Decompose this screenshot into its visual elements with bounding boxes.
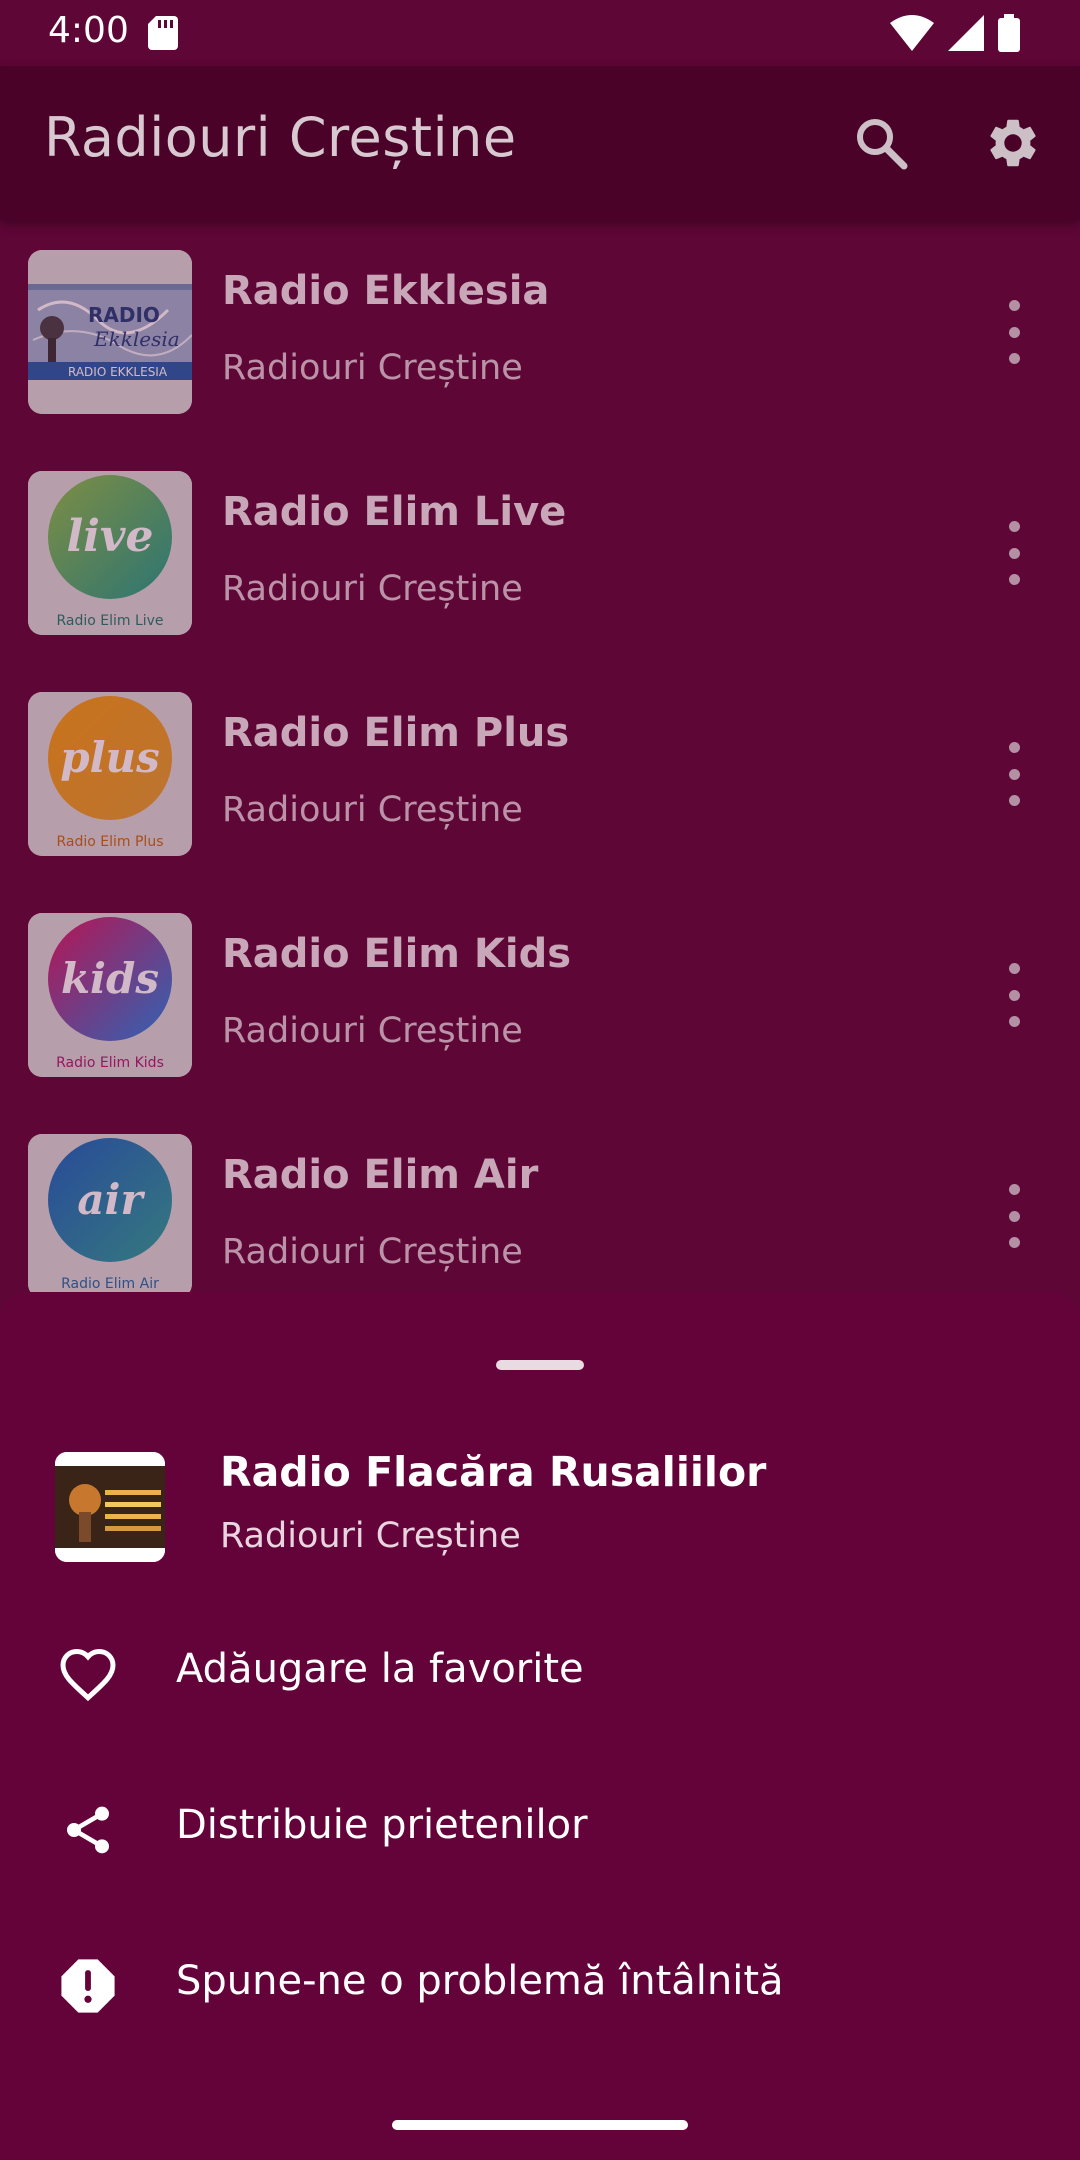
battery-icon xyxy=(998,14,1020,52)
heart-outline-icon xyxy=(56,1642,120,1706)
station-list: RADIO Ekklesia RADIO EKKLESIA Radio Ekkl… xyxy=(0,220,1080,1292)
svg-text:live: live xyxy=(67,511,154,562)
svg-text:Radio Elim Plus: Radio Elim Plus xyxy=(56,834,163,850)
more-vert-icon xyxy=(1008,300,1020,311)
station-category: Radiouri Creștine xyxy=(222,569,523,609)
list-item[interactable]: plus Radio Elim Plus Radio Elim Plus Rad… xyxy=(0,662,1080,883)
alert-octagon-icon xyxy=(56,1954,120,2018)
station-logo: kids Radio Elim Kids xyxy=(28,913,192,1077)
app-title: Radiouri Creștine xyxy=(44,106,517,169)
settings-button[interactable] xyxy=(980,110,1046,176)
radio-ekklesia-logo-image: RADIO Ekklesia RADIO EKKLESIA xyxy=(28,250,192,414)
app-bar: Radiouri Creștine xyxy=(0,66,1080,220)
svg-text:Radio Elim Live: Radio Elim Live xyxy=(56,613,163,629)
svg-text:plus: plus xyxy=(60,733,160,782)
wifi-icon xyxy=(890,15,934,51)
svg-text:Radio Elim Kids: Radio Elim Kids xyxy=(56,1055,164,1071)
more-options-button[interactable] xyxy=(1000,963,1028,1027)
more-options-button[interactable] xyxy=(1000,1184,1028,1248)
more-options-button[interactable] xyxy=(1000,742,1028,806)
radio-elim-kids-logo-image: kids Radio Elim Kids xyxy=(28,913,192,1077)
station-category: Radiouri Creștine xyxy=(222,790,523,830)
more-options-button[interactable] xyxy=(1000,300,1028,364)
status-time: 4:00 xyxy=(48,10,129,51)
search-button[interactable] xyxy=(848,110,914,176)
list-item[interactable]: live Radio Elim Live Radio Elim Live Rad… xyxy=(0,441,1080,662)
report-problem-button[interactable]: Spune-ne o problemă întâlnită xyxy=(0,1924,1080,2044)
report-problem-label: Spune-ne o problemă întâlnită xyxy=(176,1958,784,2004)
station-category: Radiouri Creștine xyxy=(222,1232,523,1272)
radio-flacara-rusaliilor-logo-image xyxy=(55,1452,165,1562)
cellular-signal-icon xyxy=(948,15,984,51)
station-title: Radio Ekklesia xyxy=(222,268,550,314)
share-with-friends-button[interactable]: Distribuie prietenilor xyxy=(0,1768,1080,1888)
status-bar: 4:00 xyxy=(0,0,1080,66)
list-item[interactable]: kids Radio Elim Kids Radio Elim Kids Rad… xyxy=(0,883,1080,1104)
station-title: Radio Elim Air xyxy=(222,1152,539,1198)
add-to-favorites-button[interactable]: Adăugare la favorite xyxy=(0,1612,1080,1732)
selected-station-category: Radiouri Creștine xyxy=(220,1516,521,1556)
station-logo: live Radio Elim Live xyxy=(28,471,192,635)
svg-text:Ekklesia: Ekklesia xyxy=(93,327,180,351)
svg-text:kids: kids xyxy=(61,954,159,1003)
radio-elim-air-logo-image: air Radio Elim Air xyxy=(28,1134,192,1292)
share-with-friends-label: Distribuie prietenilor xyxy=(176,1802,588,1848)
station-title: Radio Elim Kids xyxy=(222,931,572,977)
more-vert-icon xyxy=(1008,1184,1020,1195)
selected-station-title: Radio Flacăra Rusaliilor xyxy=(220,1448,767,1496)
svg-text:RADIO: RADIO xyxy=(88,303,160,327)
list-item[interactable]: RADIO Ekklesia RADIO EKKLESIA Radio Ekkl… xyxy=(0,220,1080,441)
svg-text:air: air xyxy=(77,1175,145,1224)
station-category: Radiouri Creștine xyxy=(222,348,523,388)
station-title: Radio Elim Live xyxy=(222,489,567,535)
list-item[interactable]: air Radio Elim Air Radio Elim Air Radiou… xyxy=(0,1104,1080,1292)
station-logo xyxy=(55,1452,165,1562)
station-logo: plus Radio Elim Plus xyxy=(28,692,192,856)
home-indicator[interactable] xyxy=(392,2120,688,2130)
radio-elim-plus-logo-image: plus Radio Elim Plus xyxy=(28,692,192,856)
sd-card-icon xyxy=(148,16,178,50)
svg-text:Radio Elim Air: Radio Elim Air xyxy=(61,1276,159,1292)
more-vert-icon xyxy=(1008,963,1020,974)
more-options-button[interactable] xyxy=(1000,521,1028,585)
drag-handle[interactable] xyxy=(496,1360,584,1370)
gear-icon xyxy=(990,119,1036,167)
radio-elim-live-logo-image: live Radio Elim Live xyxy=(28,471,192,635)
station-category: Radiouri Creștine xyxy=(222,1011,523,1051)
search-icon xyxy=(857,119,908,170)
station-options-bottom-sheet: Radio Flacăra Rusaliilor Radiouri Crești… xyxy=(0,1292,1080,2160)
share-icon xyxy=(56,1798,120,1862)
add-to-favorites-label: Adăugare la favorite xyxy=(176,1646,584,1692)
station-logo: air Radio Elim Air xyxy=(28,1134,192,1292)
station-title: Radio Elim Plus xyxy=(222,710,570,756)
more-vert-icon xyxy=(1008,521,1020,532)
station-logo: RADIO Ekklesia RADIO EKKLESIA xyxy=(28,250,192,414)
svg-text:RADIO EKKLESIA: RADIO EKKLESIA xyxy=(68,365,168,379)
more-vert-icon xyxy=(1008,742,1020,753)
